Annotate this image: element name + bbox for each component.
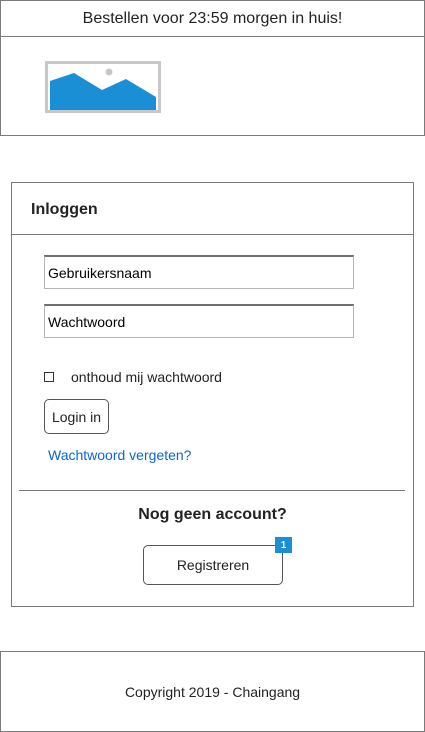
login-button-label: Login in [51,408,102,425]
logo-image-placeholder-icon[interactable] [45,61,161,113]
password-input[interactable] [44,304,354,338]
login-title: Inloggen [31,201,98,218]
login-card: Inloggen onthoud mij wachtwoord Login in… [11,182,414,607]
card-header-divider [12,234,413,235]
copyright-text: Copyright 2019 - Chaingang [124,683,301,700]
login-button[interactable]: Login in [44,399,109,434]
remember-password-label: onthoud mij wachtwoord [71,369,222,385]
no-account-heading: Nog geen account? [138,506,287,523]
remember-password-checkbox[interactable]: onthoud mij wachtwoord [44,369,222,385]
register-button[interactable]: Registreren [143,545,283,585]
register-button-label: Registreren [176,557,250,573]
register-badge: 1 [275,537,292,553]
image-placeholder-icon [50,68,156,110]
section-divider [19,490,405,491]
announcement-text: Bestellen voor 23:59 morgen in huis! [82,10,343,27]
header [0,36,425,136]
footer: Copyright 2019 - Chaingang [0,651,425,732]
announcement-bar: Bestellen voor 23:59 morgen in huis! [0,0,425,37]
checkbox-icon[interactable] [44,372,54,382]
username-input[interactable] [44,255,354,289]
forgot-password-link[interactable]: Wachtwoord vergeten? [48,447,191,463]
